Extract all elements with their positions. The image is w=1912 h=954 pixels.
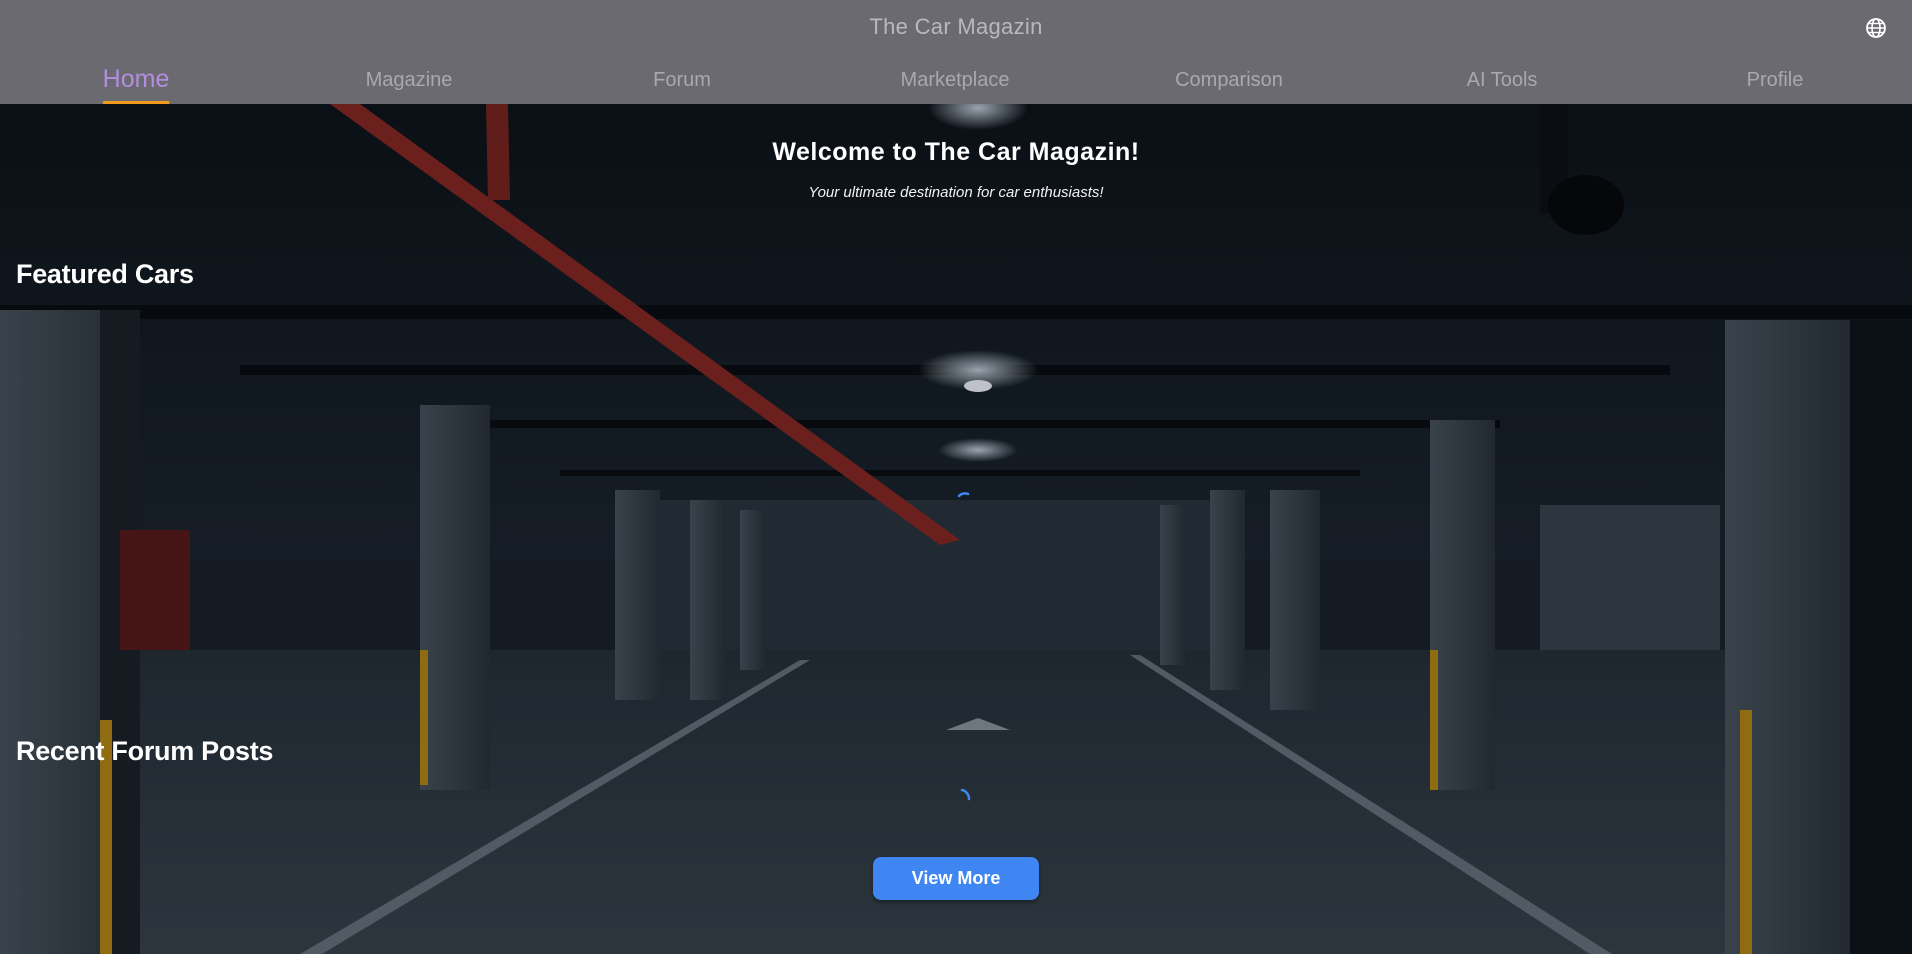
- tab-ai-tools[interactable]: AI Tools: [1467, 56, 1538, 104]
- tab-profile[interactable]: Profile: [1747, 56, 1804, 104]
- loading-spinner-icon: [960, 788, 971, 801]
- main-content: Welcome to The Car Magazin! Your ultimat…: [0, 104, 1912, 954]
- globe-icon: [1866, 18, 1886, 38]
- tab-comparison[interactable]: Comparison: [1175, 56, 1283, 104]
- app-title: The Car Magazin: [869, 14, 1043, 39]
- app-header: The Car Magazin Home Magazine Forum Mark…: [0, 0, 1912, 104]
- featured-cars-heading: Featured Cars: [16, 259, 194, 289]
- welcome-title: Welcome to The Car Magazin!: [772, 138, 1140, 166]
- tab-forum[interactable]: Forum: [653, 56, 711, 104]
- tab-marketplace[interactable]: Marketplace: [901, 56, 1010, 104]
- loading-spinner-icon: [957, 492, 970, 498]
- tab-home[interactable]: Home: [102, 56, 169, 104]
- language-button[interactable]: [1864, 16, 1888, 40]
- tab-magazine[interactable]: Magazine: [366, 56, 453, 104]
- page: The Car Magazin Home Magazine Forum Mark…: [0, 0, 1912, 954]
- recent-forum-posts-heading: Recent Forum Posts: [16, 736, 274, 766]
- main-nav: Home Magazine Forum Marketplace Comparis…: [0, 56, 1912, 104]
- view-more-button[interactable]: View More: [873, 857, 1039, 900]
- welcome-subtitle: Your ultimate destination for car enthus…: [808, 184, 1104, 201]
